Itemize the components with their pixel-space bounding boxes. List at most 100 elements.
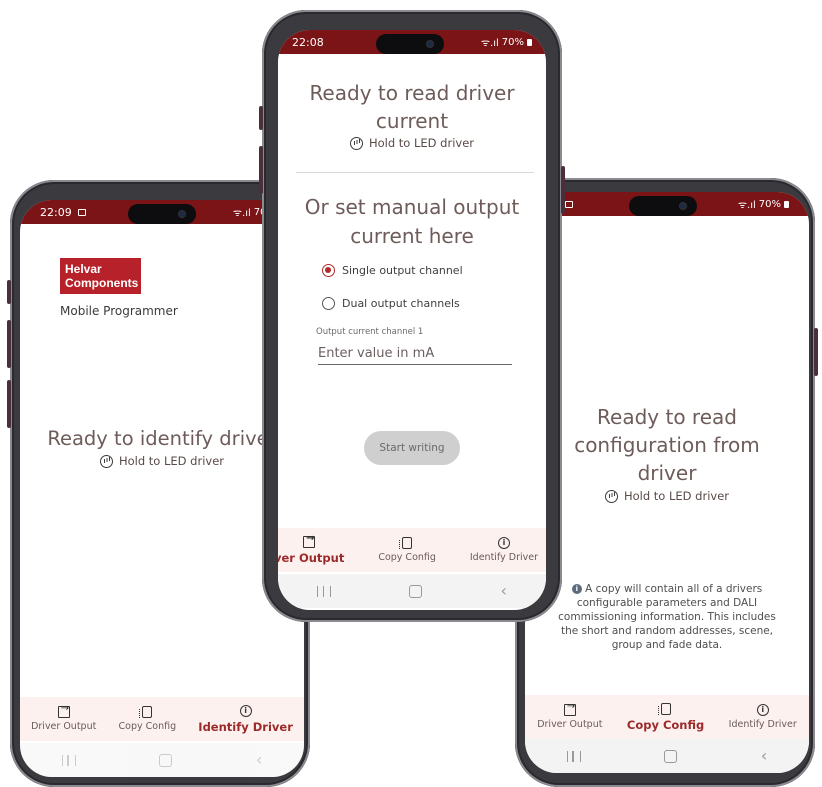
nav-identify-driver[interactable]: i Identify Driver (470, 537, 538, 563)
hold-instruction: Hold to LED driver (278, 136, 546, 150)
output-icon (303, 533, 316, 548)
app-subtitle: Mobile Programmer (60, 304, 178, 318)
side-button (7, 320, 11, 368)
nav-label: Identify Driver (469, 552, 538, 563)
bottom-nav: Driver Output Copy Config i Identify Driv… (20, 697, 304, 741)
back-icon[interactable]: ‹ (761, 748, 767, 764)
system-nav: ‹ (20, 743, 304, 777)
camera-icon (426, 40, 434, 48)
nfc-icon (349, 136, 363, 150)
note-line: commissioning information. This includes (558, 611, 776, 623)
ready-line2: configuration from (574, 433, 760, 457)
nav-copy-config[interactable]: Copy Config (626, 702, 705, 732)
radio-button-checked[interactable] (322, 264, 335, 277)
hold-text: Hold to LED driver (118, 454, 225, 468)
recents-icon[interactable] (317, 585, 332, 597)
radio-button[interactable] (322, 297, 335, 310)
manual-title-line2: current here (350, 224, 474, 248)
nav-label: ver Output (278, 550, 345, 565)
wifi-signal-icon: ᯤ.ıl (480, 38, 499, 49)
system-nav: ‹ (525, 739, 809, 773)
nav-identify-driver[interactable]: i Identify Driver (198, 704, 293, 734)
nav-copy-config[interactable]: Copy Config (378, 537, 436, 563)
home-icon[interactable] (409, 584, 423, 598)
nav-copy-config[interactable]: Copy Config (118, 706, 177, 732)
ready-title-line1: Ready to read driver (309, 81, 515, 105)
status-time: 22:09 (40, 205, 72, 219)
bottom-nav: Driver Output Copy Config i Identify Driv… (525, 695, 809, 739)
camera-icon (178, 210, 186, 218)
side-button (7, 280, 11, 304)
ready-title-line2: current (375, 109, 449, 133)
battery-level: 70% (758, 198, 781, 210)
info-icon: i (239, 704, 252, 717)
recents-icon[interactable] (61, 754, 76, 766)
info-icon: i (497, 537, 510, 549)
ready-line1: Ready to read (597, 405, 737, 429)
camera-notch (128, 204, 196, 224)
copy-icon (657, 702, 671, 715)
side-button (259, 106, 263, 130)
side-button (561, 166, 565, 214)
image-notification-icon (565, 200, 573, 208)
camera-notch (376, 34, 444, 54)
note-line: A copy will contain all of a drivers (585, 583, 763, 595)
middle-phone: 22:08 ᯤ.ıl 70% Ready to read driver curre… (259, 10, 565, 622)
output-current-label: Output current channel 1 (316, 327, 424, 337)
nav-label: Identify Driver (728, 719, 797, 730)
hold-text: Hold to LED driver (623, 489, 730, 503)
radio-dual-output[interactable]: Dual output channels (322, 297, 460, 310)
nav-driver-output[interactable]: Driver Output (31, 703, 97, 732)
nav-identify-driver[interactable]: i Identify Driver (729, 704, 797, 730)
logo-line2: Components (65, 276, 139, 290)
middle-screen: 22:08 ᯤ.ıl 70% Ready to read driver curre… (278, 30, 546, 610)
side-button (7, 380, 11, 428)
wifi-signal-icon: ᯤ.ıl (232, 208, 251, 219)
nav-driver-output[interactable]: ver Output (278, 533, 345, 565)
battery-level: 70% (501, 36, 524, 48)
home-icon[interactable] (664, 749, 678, 763)
hold-text: Hold to LED driver (368, 136, 475, 150)
radio-label: Single output channel (342, 264, 463, 277)
copy-icon (139, 706, 153, 718)
manual-title-line1: Or set manual output (304, 195, 520, 219)
copy-icon (399, 537, 413, 549)
logo-line1: Helvar (65, 262, 102, 276)
status-time: 22:08 (292, 35, 324, 49)
hold-instruction: Hold to LED driver (525, 489, 809, 503)
nfc-icon (99, 454, 113, 468)
section-divider (296, 172, 534, 173)
nav-label: Identify Driver (198, 719, 293, 734)
nav-label: Driver Output (31, 721, 97, 732)
nav-label: Driver Output (537, 719, 603, 730)
nfc-icon (604, 489, 618, 503)
nav-label: Copy Config (378, 552, 436, 563)
system-nav: ‹ (278, 574, 546, 608)
output-icon (57, 703, 70, 718)
helvar-logo: Helvar Components (60, 258, 141, 294)
note-line: the short and random addresses, scene, (560, 625, 774, 637)
back-icon[interactable]: ‹ (500, 583, 506, 599)
battery-icon (784, 200, 789, 208)
right-screen: 08 ᯤ.ıl70% Ready to read configuration f… (525, 192, 809, 773)
copy-info-note: i A copy will contain all of a drivers c… (549, 582, 785, 652)
home-icon[interactable] (159, 753, 173, 767)
output-icon (563, 701, 576, 716)
camera-icon (679, 202, 687, 210)
output-current-input[interactable] (318, 346, 512, 365)
start-writing-button[interactable]: Start writing (364, 431, 460, 465)
recents-icon[interactable] (566, 750, 581, 762)
wifi-signal-icon: ᯤ.ıl (737, 200, 756, 211)
battery-icon (527, 38, 532, 46)
camera-notch (629, 196, 697, 216)
nav-driver-output[interactable]: Driver Output (537, 701, 603, 730)
info-filled-icon: i (571, 584, 582, 594)
radio-label: Dual output channels (342, 297, 460, 310)
nav-label: Copy Config (626, 717, 705, 732)
note-line: configurable parameters and DALI (576, 597, 758, 609)
radio-single-output[interactable]: Single output channel (322, 264, 463, 277)
side-button (259, 146, 263, 194)
nav-label: Copy Config (118, 721, 177, 732)
back-icon[interactable]: ‹ (256, 752, 262, 768)
image-notification-icon (77, 208, 86, 216)
